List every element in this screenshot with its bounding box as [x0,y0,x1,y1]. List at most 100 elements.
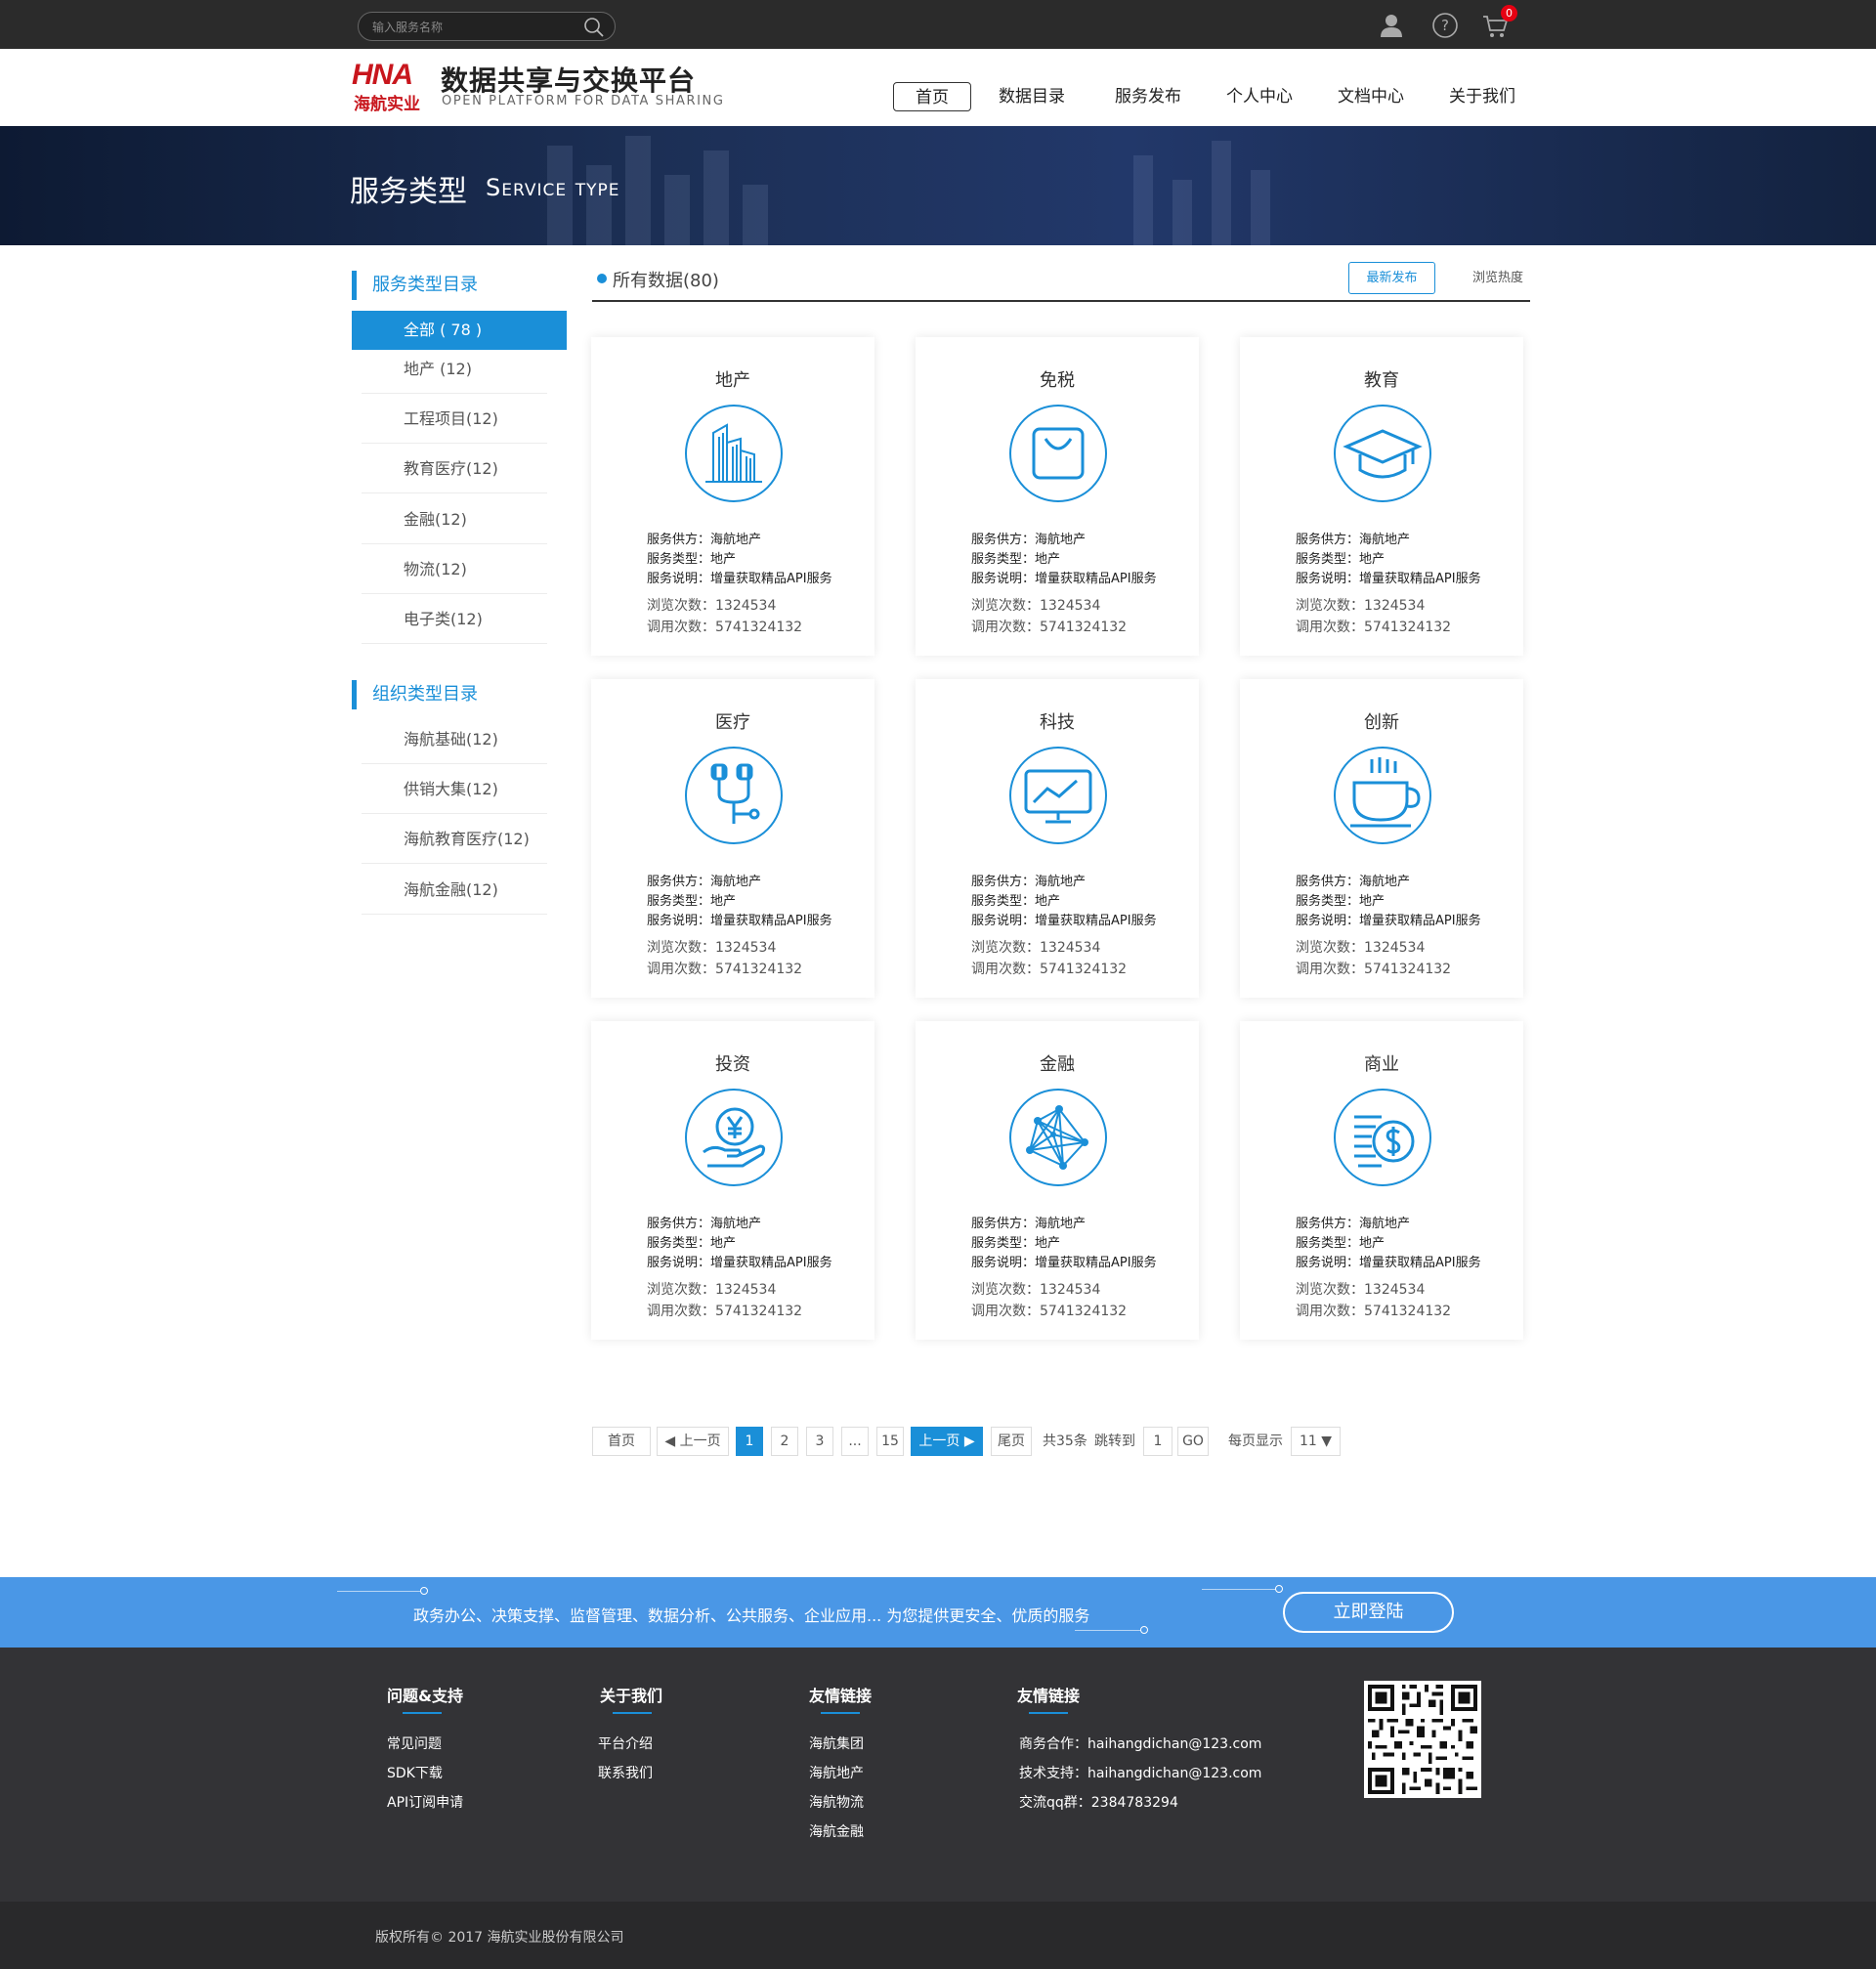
footer-link-hna-logistics[interactable]: 海航物流 [809,1792,864,1812]
card-type: 服务类型：地产 [1296,1236,1386,1251]
sidebar-item-hna-finance[interactable]: 海航金融(12) [362,865,547,915]
top-bar: ? 0 [0,0,1876,49]
service-card[interactable]: 金融 服务供方：海航地产 服务类型：地产 服务说明：增量获取精品API服务 浏览… [916,1021,1199,1340]
org-type-heading: 组织类型目录 [352,680,478,709]
nav-home[interactable]: 首页 [893,82,971,111]
footer-link-sdk[interactable]: SDK下载 [387,1763,443,1782]
pagination-ellipsis: ... [841,1427,869,1456]
footer-link-faq[interactable]: 常见问题 [387,1734,442,1753]
sort-latest-button[interactable]: 最新发布 [1348,262,1435,294]
nav-service-publish[interactable]: 服务发布 [1104,82,1192,111]
sidebar-item-hna-infrastructure[interactable]: 海航基础(12) [362,714,547,764]
sidebar-item-electronics[interactable]: 电子类(12) [362,594,547,644]
qr-code-icon [1364,1681,1481,1798]
sidebar-item-logistics[interactable]: 物流(12) [362,544,547,594]
pagination-total: 共35条 [1043,1434,1087,1449]
service-card[interactable]: 创新 服务供方：海航地产 服务类型：地产 服务说明：增量获取精品API服务 浏览… [1240,679,1523,998]
nav-data-catalog[interactable]: 数据目录 [989,82,1075,111]
card-calls: 调用次数：5741324132 [647,1304,803,1319]
card-calls: 调用次数：5741324132 [1296,1304,1452,1319]
card-views: 浏览次数：1324534 [1296,1282,1426,1298]
pagination-page-2[interactable]: 2 [771,1427,798,1456]
help-icon[interactable]: ? [1431,12,1459,39]
card-title: 金融 [1040,1054,1075,1075]
card-views: 浏览次数：1324534 [971,598,1101,614]
footer-link-hna-realestate[interactable]: 海航地产 [809,1763,864,1782]
card-views: 浏览次数：1324534 [647,1282,777,1298]
card-provider: 服务供方：海航地产 [1296,1217,1411,1231]
card-calls: 调用次数：5741324132 [971,1304,1128,1319]
sidebar-item-hna-education-medical[interactable]: 海航教育医疗(12) [362,814,547,864]
buildings-icon [685,405,783,502]
network-icon [1009,1089,1107,1186]
card-type: 服务类型：地产 [971,894,1061,909]
coffee-cup-icon [1334,747,1431,844]
sidebar-item-education-medical[interactable]: 教育医疗(12) [362,444,547,493]
card-views: 浏览次数：1324534 [971,940,1101,956]
footer-heading-links: 友情链接 [809,1687,873,1705]
sidebar-item-engineering[interactable]: 工程项目(12) [362,394,547,444]
footer-link-contact[interactable]: 联系我们 [598,1763,653,1782]
user-icon[interactable] [1378,12,1405,39]
card-title: 教育 [1364,370,1399,391]
service-card[interactable]: 投资 服务供方：海航地产 服务类型：地产 服务说明：增量获取精品API服务 浏览… [591,1021,874,1340]
service-card[interactable]: 教育 服务供方：海航地产 服务类型：地产 服务说明：增量获取精品API服务 浏览… [1240,337,1523,656]
sort-popularity-button[interactable]: 浏览热度 [1464,262,1532,294]
search-icon[interactable] [583,17,605,38]
service-card[interactable]: 地产 服务供方：海航地产 服务类型：地产 服务说明：增量获取精品API服务 浏览… [591,337,874,656]
card-calls: 调用次数：5741324132 [971,962,1128,977]
nav-about-us[interactable]: 关于我们 [1438,82,1526,111]
card-description: 服务说明：增量获取精品API服务 [971,1256,1157,1270]
pagination-page-1[interactable]: 1 [736,1427,763,1456]
dollar-coin-icon [1334,1089,1431,1186]
card-views: 浏览次数：1324534 [971,1282,1101,1298]
pagination-jump-input[interactable]: 1 [1143,1427,1172,1456]
card-views: 浏览次数：1324534 [647,940,777,956]
sidebar-item-finance[interactable]: 金融(12) [362,494,547,544]
platform-subtitle: OPEN PLATFORM FOR DATA SHARING [442,94,725,108]
pagination-first[interactable]: 首页 [592,1427,651,1456]
card-views: 浏览次数：1324534 [1296,598,1426,614]
logo-hna[interactable]: HNA [352,59,413,92]
card-title: 商业 [1364,1054,1399,1075]
card-description: 服务说明：增量获取精品API服务 [971,914,1157,928]
pagination-go-button[interactable]: GO [1177,1427,1209,1456]
stethoscope-icon [685,747,783,844]
card-provider: 服务供方：海航地产 [971,875,1087,889]
pagination-per-page-select[interactable]: 11 ▼ [1291,1427,1341,1456]
pagination-prev[interactable]: ◀ 上一页 [657,1427,729,1456]
pagination-last[interactable]: 尾页 [991,1427,1032,1456]
service-card[interactable]: 免税 服务供方：海航地产 服务类型：地产 服务说明：增量获取精品API服务 浏览… [916,337,1199,656]
card-calls: 调用次数：5741324132 [647,620,803,635]
card-description: 服务说明：增量获取精品API服务 [1296,1256,1481,1270]
shopping-bag-icon [1009,405,1107,502]
service-card[interactable]: 商业 服务供方：海航地产 服务类型：地产 服务说明：增量获取精品API服务 浏览… [1240,1021,1523,1340]
card-provider: 服务供方：海航地产 [647,875,762,889]
card-provider: 服务供方：海航地产 [647,1217,762,1231]
footer-link-api-subscribe[interactable]: API订阅申请 [387,1792,463,1812]
search-input[interactable] [372,19,568,36]
nav-doc-center[interactable]: 文档中心 [1327,82,1415,111]
service-card[interactable]: 科技 服务供方：海航地产 服务类型：地产 服务说明：增量获取精品API服务 浏览… [916,679,1199,998]
service-card[interactable]: 医疗 服务供方：海航地产 服务类型：地产 服务说明：增量获取精品API服务 浏览… [591,679,874,998]
main-title: 所有数据(80) [613,271,719,291]
login-now-button[interactable]: 立即登陆 [1283,1592,1454,1633]
copyright-bar: 版权所有© 2017 海航实业股份有限公司 [0,1902,1876,1969]
card-description: 服务说明：增量获取精品API服务 [647,914,832,928]
copyright-text: 版权所有© 2017 海航实业股份有限公司 [375,1930,624,1946]
service-type-heading: 服务类型目录 [352,271,478,300]
footer-link-hna-finance[interactable]: 海航金融 [809,1821,864,1841]
pagination-page-15[interactable]: 15 [876,1427,904,1456]
pagination-next[interactable]: 上一页 ▶ [911,1427,983,1456]
card-description: 服务说明：增量获取精品API服务 [1296,572,1481,586]
nav-personal-center[interactable]: 个人中心 [1215,82,1303,111]
banner-title-en: Service type [486,174,620,201]
pagination-page-3[interactable]: 3 [806,1427,833,1456]
footer-link-platform-intro[interactable]: 平台介绍 [598,1734,653,1753]
pagination-jump-label: 跳转到 [1094,1434,1135,1449]
footer-link-hna-group[interactable]: 海航集团 [809,1734,864,1753]
sidebar-item-supply-market[interactable]: 供销大集(12) [362,764,547,814]
card-views: 浏览次数：1324534 [1296,940,1426,956]
banner-title-cn: 服务类型 [350,175,467,209]
sidebar-item-real-estate[interactable]: 地产 (12) [362,344,547,394]
